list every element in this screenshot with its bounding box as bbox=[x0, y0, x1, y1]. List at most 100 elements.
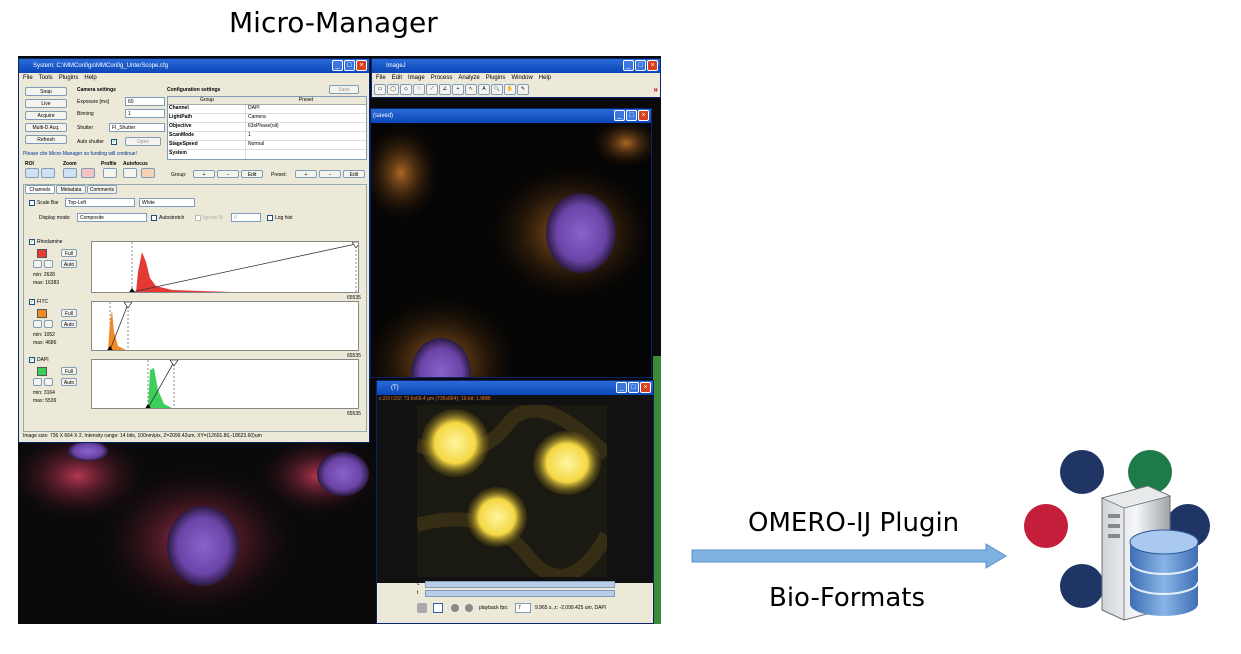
roi-set-icon[interactable] bbox=[25, 168, 39, 178]
maximize-button[interactable]: □ bbox=[628, 382, 639, 393]
preset-remove-button[interactable]: − bbox=[319, 170, 341, 178]
hand-tool-icon[interactable]: ✋ bbox=[504, 84, 516, 95]
close-button[interactable]: × bbox=[356, 60, 367, 71]
polygon-tool-icon[interactable]: ◇ bbox=[400, 84, 412, 95]
close-button[interactable]: × bbox=[647, 60, 658, 71]
imagej-menu-plugins[interactable]: Plugins bbox=[486, 73, 506, 83]
minimize-button[interactable]: _ bbox=[616, 382, 627, 393]
channel-tool-icon[interactable] bbox=[33, 320, 42, 328]
zoom-out-icon[interactable] bbox=[81, 168, 95, 178]
autofocus-settings-icon[interactable] bbox=[141, 168, 155, 178]
mm-menu-file[interactable]: File bbox=[23, 73, 33, 83]
rhodamine-histogram[interactable] bbox=[91, 241, 359, 293]
full-button[interactable]: Full bbox=[61, 249, 77, 257]
profile-icon[interactable] bbox=[103, 168, 117, 178]
channel-tool-icon[interactable] bbox=[44, 320, 53, 328]
display-mode-select[interactable]: Composite bbox=[77, 213, 147, 222]
imagej-menu-file[interactable]: File bbox=[376, 73, 386, 83]
mm-menu-tools[interactable]: Tools bbox=[39, 73, 53, 83]
minimize-button[interactable]: _ bbox=[623, 60, 634, 71]
imagej-menu-process[interactable]: Process bbox=[431, 73, 453, 83]
channel-tool-icon[interactable] bbox=[33, 378, 42, 386]
preset-edit-button[interactable]: Edit bbox=[343, 170, 365, 178]
angle-tool-icon[interactable]: ∠ bbox=[439, 84, 451, 95]
close-button[interactable]: × bbox=[640, 382, 651, 393]
channel-color-swatch[interactable] bbox=[37, 367, 47, 376]
maximize-button[interactable]: □ bbox=[344, 60, 355, 71]
ignore-checkbox[interactable] bbox=[195, 215, 201, 221]
minimize-button[interactable]: _ bbox=[332, 60, 343, 71]
imagej-menu-help[interactable]: Help bbox=[539, 73, 551, 83]
fps-input[interactable]: 7 bbox=[515, 603, 531, 613]
dropper-tool-icon[interactable]: ✎ bbox=[517, 84, 529, 95]
maximize-button[interactable]: □ bbox=[626, 110, 637, 121]
rhodamine-checkbox[interactable]: ✓ bbox=[29, 239, 35, 245]
binning-select[interactable]: 1 bbox=[125, 109, 165, 118]
group-remove-button[interactable]: − bbox=[217, 170, 239, 178]
dapi-histogram[interactable] bbox=[91, 359, 359, 409]
fitc-checkbox[interactable]: ✓ bbox=[29, 299, 35, 305]
auto-button[interactable]: Auto bbox=[61, 378, 77, 386]
time-slider[interactable] bbox=[425, 590, 615, 597]
table-row[interactable]: Channel DAPI bbox=[168, 105, 366, 114]
refresh-button[interactable]: Refresh bbox=[25, 135, 67, 144]
fitc-histogram[interactable] bbox=[91, 301, 359, 351]
tab-comments[interactable]: Comments bbox=[87, 185, 117, 194]
freehand-tool-icon[interactable]: ♡ bbox=[413, 84, 425, 95]
auto-shutter-checkbox[interactable]: ✓ bbox=[111, 139, 117, 145]
group-edit-button[interactable]: Edit bbox=[241, 170, 263, 178]
channel-tool-icon[interactable] bbox=[44, 260, 53, 268]
group-add-button[interactable]: + bbox=[193, 170, 215, 178]
tab-channels[interactable]: Channels bbox=[25, 185, 55, 194]
full-button[interactable]: Full bbox=[61, 367, 77, 375]
imagej-menu-analyze[interactable]: Analyze bbox=[458, 73, 479, 83]
imagej-menu-window[interactable]: Window bbox=[511, 73, 532, 83]
magnifier-tool-icon[interactable]: 🔍 bbox=[491, 84, 503, 95]
autofocus-icon[interactable] bbox=[123, 168, 137, 178]
channel-slider[interactable] bbox=[425, 581, 615, 588]
record-icon[interactable] bbox=[465, 604, 473, 612]
autostretch-checkbox[interactable] bbox=[151, 215, 157, 221]
preset-add-button[interactable]: + bbox=[295, 170, 317, 178]
multi-d-acq-button[interactable]: Multi-D Acq. bbox=[25, 123, 67, 132]
open-shutter-button[interactable]: Open bbox=[125, 137, 161, 146]
shutter-select[interactable]: FI_Shutter bbox=[109, 123, 165, 132]
table-row[interactable]: LightPath Camera bbox=[168, 114, 366, 123]
auto-button[interactable]: Auto bbox=[61, 260, 77, 268]
imagej-menu-image[interactable]: Image bbox=[408, 73, 425, 83]
snap-button[interactable]: Snap bbox=[25, 87, 67, 96]
close-button[interactable]: × bbox=[638, 110, 649, 121]
channel-tool-icon[interactable] bbox=[44, 378, 53, 386]
maximize-button[interactable]: □ bbox=[635, 60, 646, 71]
table-row[interactable]: Objective 63xPhase(oil) bbox=[168, 123, 366, 132]
oval-tool-icon[interactable]: ◯ bbox=[387, 84, 399, 95]
save-icon[interactable] bbox=[433, 603, 443, 613]
channel-color-swatch[interactable] bbox=[37, 309, 47, 318]
text-tool-icon[interactable]: A bbox=[478, 84, 490, 95]
roi-clear-icon[interactable] bbox=[41, 168, 55, 178]
wand-tool-icon[interactable]: ↖ bbox=[465, 84, 477, 95]
more-tools-icon[interactable]: » bbox=[654, 84, 658, 95]
mm-menu-plugins[interactable]: Plugins bbox=[59, 73, 79, 83]
channel-color-swatch[interactable] bbox=[37, 249, 47, 258]
scale-bar-color-select[interactable]: White bbox=[139, 198, 195, 207]
ignore-percent-input[interactable]: 0 bbox=[231, 213, 261, 222]
live-button[interactable]: Live bbox=[25, 99, 67, 108]
tab-metadata[interactable]: Metadata bbox=[56, 185, 86, 194]
auto-button[interactable]: Auto bbox=[61, 320, 77, 328]
table-row[interactable]: System bbox=[168, 150, 366, 159]
folder-icon[interactable] bbox=[417, 603, 427, 613]
exposure-input[interactable]: 60 bbox=[125, 97, 165, 106]
point-tool-icon[interactable]: + bbox=[452, 84, 464, 95]
cite-notice[interactable]: Please cite Micro-Manager so funding wil… bbox=[23, 151, 137, 157]
log-hist-checkbox[interactable] bbox=[267, 215, 273, 221]
table-row[interactable]: StageSpeed Normal bbox=[168, 141, 366, 150]
scale-bar-position-select[interactable]: Top-Left bbox=[65, 198, 135, 207]
minimize-button[interactable]: _ bbox=[614, 110, 625, 121]
channel-tool-icon[interactable] bbox=[33, 260, 42, 268]
dapi-checkbox[interactable]: ✓ bbox=[29, 357, 35, 363]
zoom-in-icon[interactable] bbox=[63, 168, 77, 178]
mm-menu-help[interactable]: Help bbox=[84, 73, 96, 83]
full-button[interactable]: Full bbox=[61, 309, 77, 317]
imagej-menu-edit[interactable]: Edit bbox=[392, 73, 402, 83]
